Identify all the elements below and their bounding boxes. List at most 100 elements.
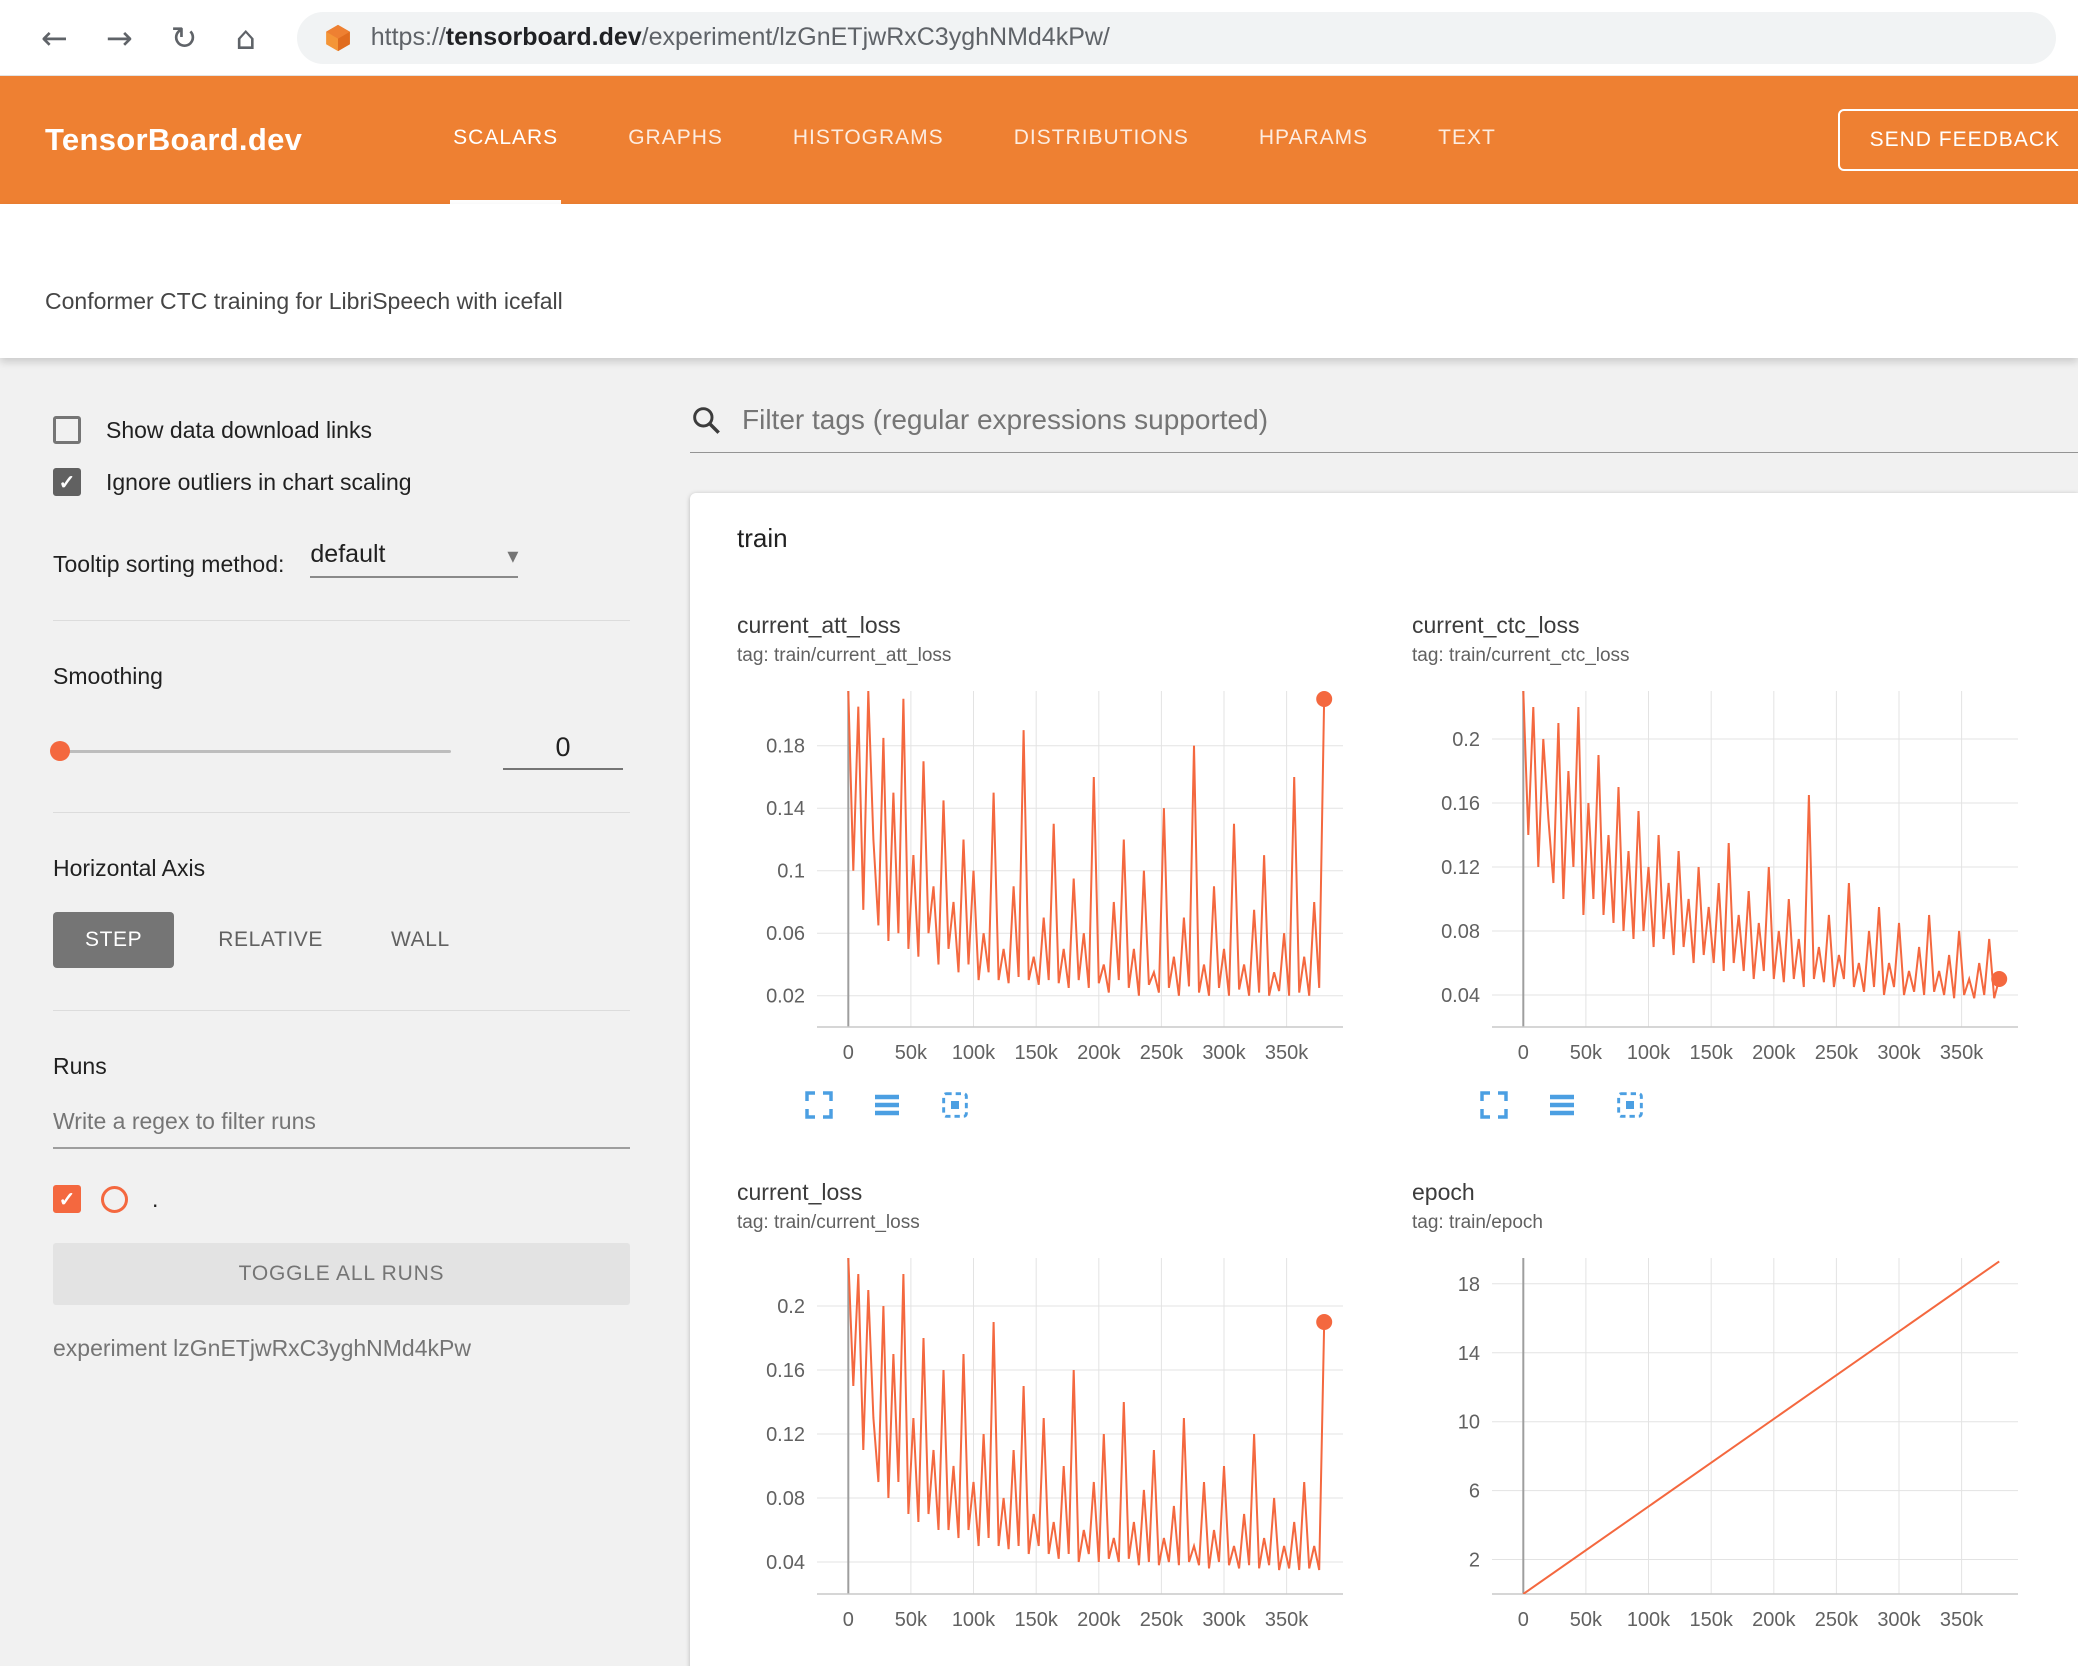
chart-title: epoch: [1412, 1179, 1475, 1205]
experiment-title: Conformer CTC training for LibriSpeech w…: [45, 287, 563, 314]
run-row: ✓ .: [53, 1185, 630, 1213]
tooltip-sorting-value: default: [310, 540, 386, 568]
tab-graphs[interactable]: GRAPHS: [625, 76, 726, 204]
svg-text:50k: 50k: [1570, 1609, 1603, 1631]
run-checkbox[interactable]: ✓: [53, 1185, 81, 1213]
forward-icon[interactable]: →: [106, 22, 133, 54]
svg-text:50k: 50k: [895, 1609, 928, 1631]
app-logo[interactable]: TensorBoard.dev: [45, 122, 302, 158]
url-host: tensorboard.dev: [445, 23, 642, 51]
fullscreen-icon[interactable]: [1478, 1089, 1510, 1121]
browser-toolbar: ← → ↻ ⌂ https://tensorboard.dev/experime…: [0, 0, 2078, 76]
svg-text:300k: 300k: [1202, 1042, 1246, 1064]
reload-icon[interactable]: ↻: [171, 22, 198, 54]
group-title[interactable]: train: [737, 523, 2078, 554]
tab-distributions[interactable]: DISTRIBUTIONS: [1011, 76, 1192, 204]
svg-text:0: 0: [1518, 1609, 1529, 1631]
tab-scalars[interactable]: SCALARS: [450, 76, 562, 204]
divider: [53, 812, 630, 813]
svg-text:14: 14: [1458, 1343, 1480, 1365]
chart-figure[interactable]: 0 50k 100k 150k 200k 250k 300k 350k 2 6 10 14 18: [1412, 1248, 2032, 1640]
smoothing-value-field[interactable]: 0: [503, 732, 623, 770]
chart-figure[interactable]: 0 50k 100k 150k 200k 250k 300k 350k 0.04 0.08 0.12…: [1412, 681, 2032, 1073]
svg-text:50k: 50k: [895, 1042, 928, 1064]
chart-card-current-att-loss: current_att_loss tag: train/current_att_…: [737, 612, 1412, 1121]
axis-step-button[interactable]: STEP: [53, 912, 175, 968]
chart-figure[interactable]: 0 50k 100k 150k 200k 250k 300k 350k 0.02 0.06 0.1 0…: [737, 681, 1357, 1073]
settings-sidebar: Show data download links ✓ Ignore outlie…: [0, 358, 660, 1666]
svg-text:10: 10: [1458, 1412, 1480, 1434]
toggle-all-runs-button[interactable]: TOGGLE ALL RUNS: [53, 1243, 630, 1305]
svg-text:0.06: 0.06: [766, 923, 805, 945]
svg-text:0.2: 0.2: [1452, 729, 1480, 751]
axis-relative-button[interactable]: RELATIVE: [194, 912, 347, 968]
svg-text:0.2: 0.2: [777, 1296, 805, 1318]
run-color-swatch[interactable]: [101, 1185, 128, 1213]
line-chart-svg[interactable]: 0 50k 100k 150k 200k 250k 300k 350k 0.02 0.06 0.1 0…: [737, 681, 1357, 1073]
smoothing-slider[interactable]: [50, 740, 451, 761]
run-name: .: [152, 1185, 159, 1212]
svg-text:100k: 100k: [1627, 1609, 1671, 1631]
svg-text:150k: 150k: [1690, 1042, 1734, 1064]
main-panel: train current_att_loss tag: train/curren…: [660, 358, 2078, 1666]
smoothing-slider-row: 0: [50, 732, 630, 770]
smoothing-slider-handle[interactable]: [50, 740, 70, 761]
svg-text:300k: 300k: [1202, 1609, 1246, 1631]
send-feedback-button[interactable]: SEND FEEDBACK: [1837, 109, 2078, 171]
line-chart-svg[interactable]: 0 50k 100k 150k 200k 250k 300k 350k 0.04 0.08 0.12…: [1412, 681, 2032, 1073]
nav-tabs: SCALARS GRAPHS HISTOGRAMS DISTRIBUTIONS …: [450, 76, 1499, 204]
svg-text:200k: 200k: [1752, 1042, 1796, 1064]
svg-text:350k: 350k: [1940, 1609, 1984, 1631]
toggle-lines-icon[interactable]: [871, 1089, 903, 1121]
chart-tag: tag: train/current_ctc_loss: [1412, 645, 1630, 666]
ignore-outliers-label: Ignore outliers in chart scaling: [106, 468, 412, 495]
svg-text:350k: 350k: [1265, 1042, 1309, 1064]
tab-histograms[interactable]: HISTOGRAMS: [790, 76, 947, 204]
toggle-lines-icon[interactable]: [1546, 1089, 1578, 1121]
svg-text:0.02: 0.02: [766, 986, 805, 1008]
svg-text:0.14: 0.14: [766, 798, 805, 820]
svg-text:0.08: 0.08: [766, 1488, 805, 1510]
fit-domain-icon[interactable]: [939, 1089, 971, 1121]
svg-text:0.18: 0.18: [766, 736, 805, 758]
runs-filter-input[interactable]: [53, 1108, 630, 1149]
runs-label: Runs: [53, 1053, 107, 1079]
train-group-card: train current_att_loss tag: train/curren…: [690, 493, 2078, 1666]
check-icon: ✓: [58, 471, 76, 494]
back-icon[interactable]: ←: [41, 22, 68, 54]
tab-text[interactable]: TEXT: [1435, 76, 1499, 204]
series-end-dot: [1316, 691, 1333, 707]
svg-text:0: 0: [843, 1042, 854, 1064]
divider: [53, 1010, 630, 1011]
series-end-dot: [1316, 1314, 1333, 1330]
show-download-links-checkbox[interactable]: [53, 416, 81, 444]
axis-wall-button[interactable]: WALL: [367, 912, 474, 968]
tab-hparams[interactable]: HPARAMS: [1256, 76, 1371, 204]
chart-card-epoch: epoch tag: train/epoch 0 50k 100k 150k 200k 2…: [1412, 1179, 2078, 1640]
svg-text:0.12: 0.12: [766, 1424, 805, 1446]
tooltip-sorting-dropdown[interactable]: default ▾: [310, 540, 519, 578]
svg-text:0.04: 0.04: [1441, 985, 1480, 1007]
fullscreen-icon[interactable]: [803, 1089, 835, 1121]
svg-text:50k: 50k: [1570, 1042, 1603, 1064]
content-area: Show data download links ✓ Ignore outlie…: [0, 358, 2078, 1666]
chart-title: current_ctc_loss: [1412, 612, 1580, 638]
fit-domain-icon[interactable]: [1614, 1089, 1646, 1121]
filter-tags-input[interactable]: [742, 404, 2078, 436]
svg-text:150k: 150k: [1015, 1609, 1059, 1631]
svg-text:0: 0: [1518, 1042, 1529, 1064]
address-bar[interactable]: https://tensorboard.dev/experiment/lzGnE…: [296, 11, 2056, 64]
smoothing-label: Smoothing: [53, 663, 163, 689]
line-chart-svg[interactable]: 0 50k 100k 150k 200k 250k 300k 350k 2 6 10 14 18: [1412, 1248, 2032, 1640]
series-end-dot: [1991, 971, 2008, 987]
tooltip-sorting-row: Tooltip sorting method: default ▾: [53, 540, 630, 578]
ignore-outliers-checkbox[interactable]: ✓: [53, 468, 81, 496]
home-icon[interactable]: ⌂: [235, 22, 255, 54]
chart-figure[interactable]: 0 50k 100k 150k 200k 250k 300k 350k 0.04 0.08 0.12…: [737, 1248, 1357, 1640]
svg-text:0.1: 0.1: [777, 861, 805, 883]
chart-title: current_att_loss: [737, 612, 901, 638]
line-chart-svg[interactable]: 0 50k 100k 150k 200k 250k 300k 350k 0.04 0.08 0.12…: [737, 1248, 1357, 1640]
url-path: /experiment/lzGnETjwRxC3yghNMd4kPw/: [641, 23, 1110, 51]
svg-text:0: 0: [843, 1609, 854, 1631]
svg-text:300k: 300k: [1877, 1042, 1921, 1064]
